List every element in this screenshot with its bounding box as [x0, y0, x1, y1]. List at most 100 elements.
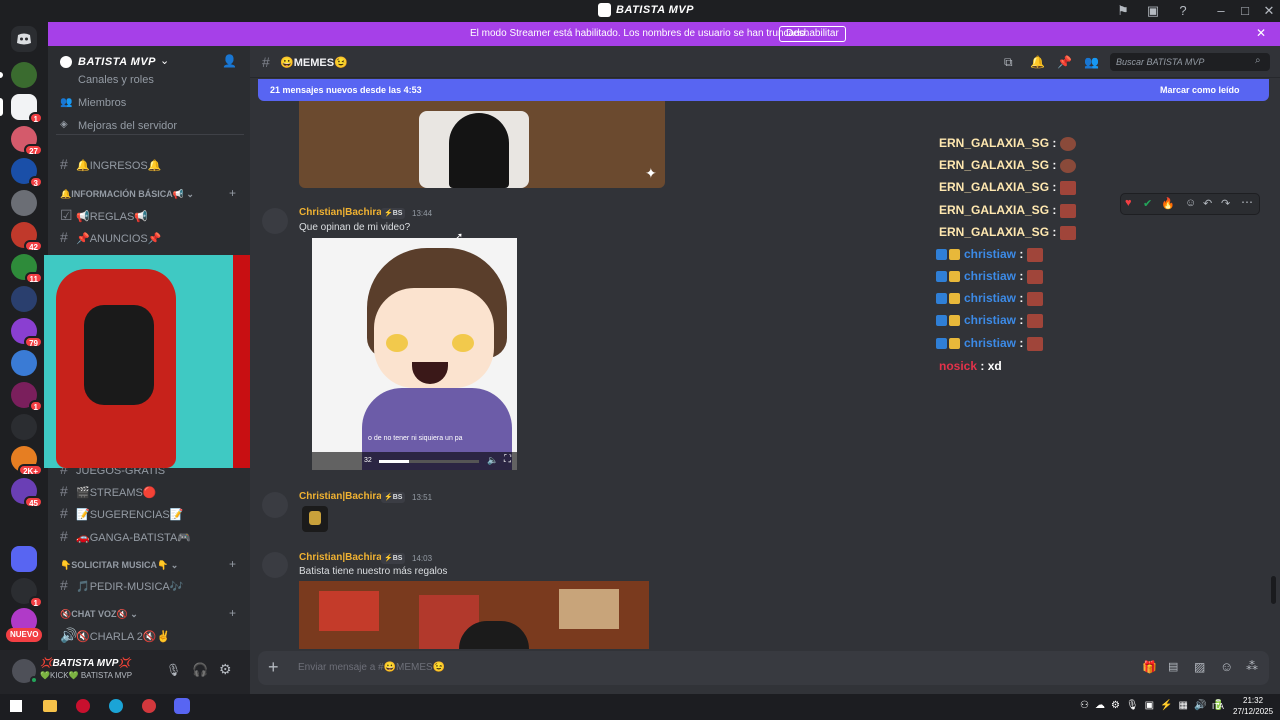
- channel-reglas[interactable]: ☑ 📢REGLAS📢: [60, 207, 148, 224]
- more-icon[interactable]: ⋯: [1241, 195, 1253, 209]
- video-seekbar[interactable]: [379, 460, 479, 463]
- sticker-icon[interactable]: ▨: [1194, 660, 1205, 674]
- server-icon[interactable]: 2K+: [11, 446, 43, 476]
- category-musica[interactable]: 👇SOLICITAR MUSICA👇 ⌄: [60, 560, 178, 571]
- server-icon[interactable]: 1: [11, 382, 43, 412]
- emoji-icon[interactable]: ☺: [1220, 659, 1233, 674]
- search-placeholder: Buscar BATISTA MVP: [1116, 57, 1205, 67]
- message-author[interactable]: Christian|Bachira: [299, 207, 382, 218]
- members-list-icon[interactable]: 👥: [1084, 55, 1099, 69]
- forward-icon[interactable]: ↷: [1221, 197, 1230, 210]
- maximize-icon[interactable]: □: [1236, 2, 1254, 20]
- minimize-icon[interactable]: –: [1212, 2, 1230, 20]
- help-icon[interactable]: ?: [1174, 2, 1192, 20]
- video-controls: 32 🔈 ⛶: [312, 452, 517, 470]
- add-channel-icon[interactable]: +: [229, 606, 236, 620]
- search-input[interactable]: Buscar BATISTA MVP ⌕: [1110, 53, 1270, 71]
- server-icon[interactable]: [11, 62, 37, 88]
- reply-icon[interactable]: ↶: [1203, 197, 1212, 210]
- menu-boosts[interactable]: Mejoras del servidor: [78, 120, 177, 132]
- image-attachment[interactable]: ✦: [299, 101, 665, 188]
- server-icon-batista[interactable]: 1: [11, 94, 43, 124]
- server-icon[interactable]: 42: [11, 222, 43, 252]
- app-icon[interactable]: [142, 699, 156, 713]
- server-icon[interactable]: 45: [11, 478, 43, 508]
- disable-streamer-button[interactable]: Deshabilitar: [779, 26, 846, 42]
- add-channel-icon[interactable]: +: [229, 186, 236, 200]
- tray-icons[interactable]: ⚇☁⚙🎙▣⚡▦🔊🔋: [1080, 700, 1231, 711]
- bell-icon[interactable]: 🔔: [1030, 55, 1045, 69]
- add-channel-icon[interactable]: +: [229, 557, 236, 571]
- user-status: 💚KICK💚 BATISTA MVP: [40, 671, 133, 680]
- inbox-flag-icon[interactable]: ⚑: [1114, 2, 1132, 20]
- input-language[interactable]: ITA: [1212, 702, 1224, 711]
- channel-anuncios[interactable]: # 📌ANUNCIOS📌: [60, 229, 161, 245]
- chat-scrollbar[interactable]: [1271, 576, 1276, 604]
- close-banner-icon[interactable]: ✕: [1256, 26, 1266, 40]
- gif-icon[interactable]: ▤: [1168, 660, 1178, 673]
- add-attachment-icon[interactable]: +: [268, 657, 279, 678]
- gift-icon[interactable]: 🎁: [1142, 660, 1157, 674]
- microphone-icon[interactable]: 🎙: [166, 663, 181, 677]
- server-icon[interactable]: 27: [11, 126, 43, 156]
- threads-icon[interactable]: ⧉: [1004, 55, 1013, 70]
- server-icon[interactable]: [11, 350, 37, 376]
- discord-taskbar-icon[interactable]: [174, 698, 190, 714]
- apps-icon[interactable]: ⁂: [1246, 659, 1258, 673]
- message-author[interactable]: Christian|Bachira: [299, 552, 382, 563]
- app-icon[interactable]: [76, 699, 90, 713]
- avatar[interactable]: [262, 208, 288, 234]
- channel-pedir-musica[interactable]: # 🎵PEDIR-MUSICA🎶: [60, 577, 183, 593]
- avatar[interactable]: [262, 552, 288, 578]
- category-voz[interactable]: 🔇CHAT VOZ🔇 ⌄: [60, 609, 138, 620]
- category-info[interactable]: 🔔INFORMACIÓN BÁSICA📢 ⌄: [60, 189, 194, 200]
- anime-eye: [452, 334, 474, 352]
- channel-streams[interactable]: # 🎬STREAMS🔴: [60, 483, 157, 499]
- server-icon[interactable]: [11, 190, 37, 216]
- server-icon[interactable]: [11, 414, 37, 440]
- add-reaction-icon[interactable]: ☺: [1185, 197, 1196, 209]
- voice-channel-charla[interactable]: 🔊🔇CHARLA 2🔇✌: [60, 627, 170, 644]
- video-progress: [379, 460, 409, 463]
- folder-icon[interactable]: [11, 546, 37, 572]
- file-explorer-icon[interactable]: [43, 700, 57, 712]
- mark-read-button[interactable]: Marcar como leído: [1160, 85, 1240, 95]
- role-tag: ⚡BS: [381, 553, 406, 564]
- menu-roles[interactable]: Canales y roles: [78, 74, 154, 86]
- volume-icon[interactable]: 🔈: [487, 455, 498, 466]
- overlay-chat-line: christiaw :: [936, 269, 1044, 284]
- new-messages-bar[interactable]: 21 mensajes nuevos desde las 4:53 Marcar…: [258, 79, 1269, 101]
- image-attachment[interactable]: [299, 581, 649, 649]
- server-icon[interactable]: 1: [11, 578, 43, 608]
- heart-reaction-icon[interactable]: ♥: [1125, 197, 1132, 209]
- clock-date[interactable]: 27/12/2025: [1233, 707, 1273, 716]
- fullscreen-icon[interactable]: ⛶: [504, 454, 511, 465]
- invite-icon[interactable]: 👤: [222, 54, 237, 68]
- channel-sugerencias[interactable]: # 📝SUGERENCIAS📝: [60, 505, 183, 521]
- edge-icon[interactable]: [109, 699, 123, 713]
- settings-gear-icon[interactable]: ⚙: [219, 661, 232, 678]
- video-attachment[interactable]: o de no tener ni siquiera un pa 32 🔈 ⛶: [312, 238, 517, 470]
- check-reaction-icon[interactable]: ✔: [1143, 197, 1152, 210]
- inbox-icon[interactable]: ▣: [1144, 2, 1162, 20]
- sticker-image[interactable]: [302, 506, 328, 532]
- message-input[interactable]: Enviar mensaje a #😀MEMES😉: [298, 662, 445, 673]
- server-icon[interactable]: [11, 286, 37, 312]
- home-discord-icon[interactable]: [11, 26, 37, 52]
- fire-reaction-icon[interactable]: 🔥: [1161, 197, 1175, 210]
- server-icon[interactable]: 79: [11, 318, 43, 348]
- channel-ganga[interactable]: # 🚗GANGA-BATISTA🎮: [60, 528, 191, 544]
- overlay-chat-line: ERN_GALAXIA_SG :: [939, 180, 1077, 195]
- hash-icon: #: [60, 483, 68, 499]
- clock-time[interactable]: 21:32: [1243, 696, 1263, 705]
- windows-start-icon[interactable]: [10, 700, 22, 712]
- pin-icon[interactable]: 📌: [1057, 55, 1072, 69]
- server-icon[interactable]: 11: [11, 254, 43, 284]
- channel-ingresos[interactable]: # 🔔INGRESOS🔔: [60, 156, 161, 172]
- server-icon[interactable]: 3: [11, 158, 43, 188]
- menu-members[interactable]: Miembros: [78, 97, 126, 109]
- avatar[interactable]: [262, 492, 288, 518]
- close-window-icon[interactable]: ✕: [1260, 2, 1278, 20]
- headphones-icon[interactable]: 🎧: [192, 662, 208, 678]
- message-author[interactable]: Christian|Bachira: [299, 491, 382, 502]
